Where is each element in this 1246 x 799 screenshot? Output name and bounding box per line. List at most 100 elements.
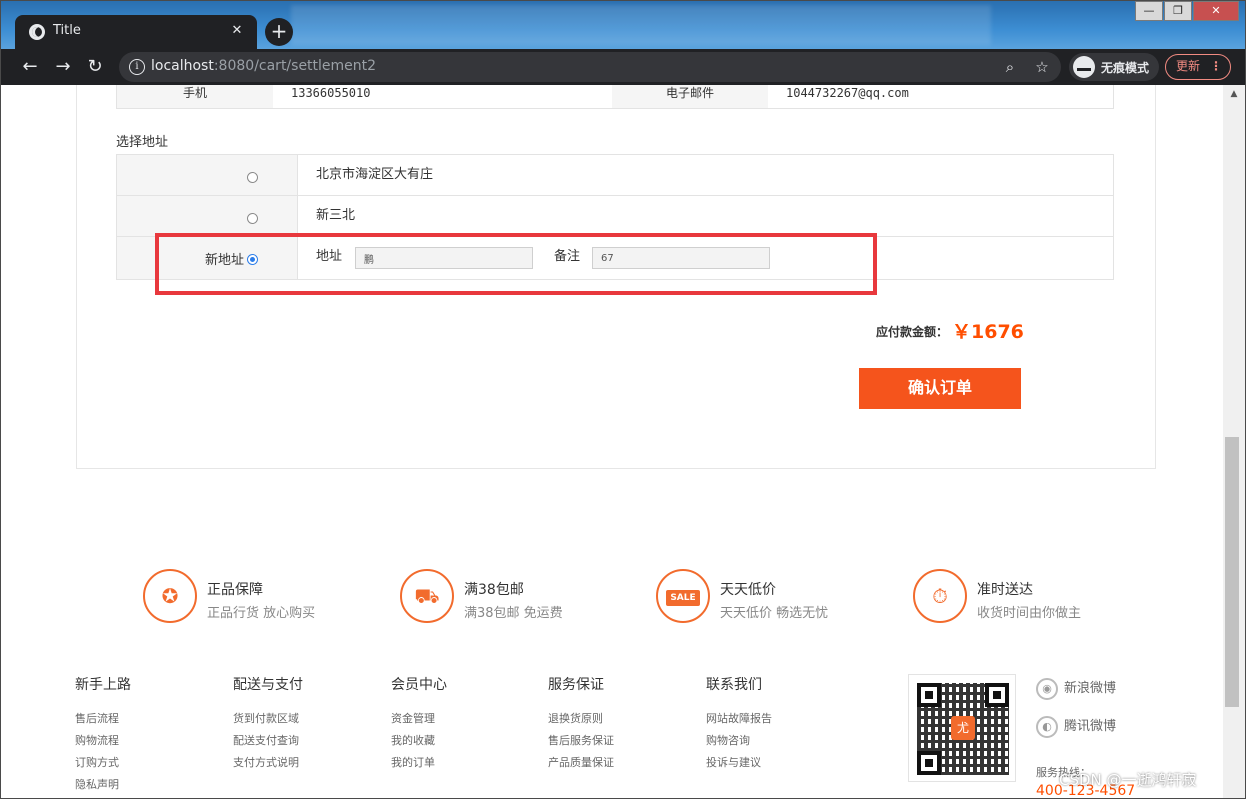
sale-tag-icon: SALE: [656, 569, 710, 623]
confirm-order-button[interactable]: 确认订单: [859, 368, 1021, 409]
service-subtitle: 满38包邮 免运费: [464, 606, 563, 621]
window-controls: — ❐ ✕: [1134, 1, 1239, 21]
total-amount-line: 应付款金额： ￥1676: [876, 317, 1024, 344]
tab-title: Title: [53, 23, 81, 38]
menu-dots-icon[interactable]: ⋮: [1210, 55, 1222, 78]
footer-link[interactable]: 售后流程: [75, 708, 131, 730]
footer-link[interactable]: 货到付款区域: [233, 708, 303, 730]
service-title: 天天低价: [720, 582, 776, 598]
address-radio[interactable]: [247, 172, 258, 183]
address-option-text: 北京市海淀区大有庄: [316, 167, 434, 182]
footer-column: 服务保证 退换货原则 售后服务保证 产品质量保证: [548, 674, 614, 774]
footer-column-title: 配送与支付: [233, 677, 303, 693]
browser-toolbar: ← → ↻ i localhost:8080/cart/settlement2 …: [1, 49, 1245, 85]
qr-finder: [917, 751, 941, 775]
service-title: 准时送达: [977, 582, 1033, 598]
update-button[interactable]: 更新 ⋮: [1165, 54, 1231, 80]
csdn-watermark: CSDN @一逝鸿轩寂: [1059, 771, 1197, 789]
page-content: 手机 13366055010 电子邮件 1044732267@qq.com 选择…: [1, 85, 1223, 798]
footer-link[interactable]: 退换货原则: [548, 708, 614, 730]
qr-code: 尤: [908, 674, 1016, 782]
incognito-icon: [1073, 56, 1095, 78]
weibo-label: 新浪微博: [1064, 681, 1117, 696]
service-subtitle: 正品行货 放心购买: [207, 606, 316, 621]
qr-center-logo: 尤: [951, 716, 975, 740]
qr-finder: [917, 683, 941, 707]
vertical-scrollbar[interactable]: ▲: [1223, 85, 1245, 798]
incognito-label: 无痕模式: [1101, 61, 1150, 75]
footer-link[interactable]: 投诉与建议: [706, 752, 772, 774]
address-bar[interactable]: i localhost:8080/cart/settlement2 ⌕ ☆: [119, 52, 1061, 82]
footer-link[interactable]: 产品质量保证: [548, 752, 614, 774]
footer-link[interactable]: 我的收藏: [391, 730, 447, 752]
truck-icon: ⛟: [400, 569, 454, 623]
weibo-icon: ◉: [1036, 677, 1058, 700]
qr-finder: [985, 683, 1009, 707]
active-tab[interactable]: Title ✕: [15, 15, 257, 49]
url-text[interactable]: localhost:8080/cart/settlement2: [151, 58, 376, 74]
reload-icon[interactable]: ↻: [82, 54, 108, 80]
phone-value: 13366055010: [291, 86, 371, 100]
back-arrow-icon[interactable]: ←: [17, 54, 43, 80]
url-host: localhost: [151, 58, 214, 74]
footer-link[interactable]: 我的订单: [391, 752, 447, 774]
footer-link[interactable]: 售后服务保证: [548, 730, 614, 752]
footer-column: 联系我们 网站故障报告 购物咨询 投诉与建议: [706, 674, 772, 774]
scroll-thumb[interactable]: [1225, 437, 1239, 707]
footer-link[interactable]: 购物流程: [75, 730, 131, 752]
service-subtitle: 收货时间由你做主: [977, 606, 1082, 621]
tencent-weibo-link[interactable]: ◐ 腾讯微博: [1036, 715, 1116, 738]
tencent-weibo-label: 腾讯微博: [1064, 719, 1117, 734]
footer-link[interactable]: 订购方式: [75, 752, 131, 774]
globe-icon: [29, 24, 45, 40]
footer-link[interactable]: 隐私声明: [75, 774, 131, 796]
blurred-bookmarks: [291, 5, 991, 45]
footer-link[interactable]: 购物咨询: [706, 730, 772, 752]
footer-link[interactable]: 资金管理: [391, 708, 447, 730]
service-title: 正品保障: [207, 582, 263, 598]
footer-link[interactable]: 配送支付查询: [233, 730, 303, 752]
weibo-link[interactable]: ◉ 新浪微博: [1036, 677, 1116, 700]
browser-window: Title ✕ + — ❐ ✕ ← → ↻ i localhost:8080/c…: [0, 0, 1246, 799]
info-icon[interactable]: i: [129, 59, 145, 75]
zoom-search-icon[interactable]: ⌕: [999, 56, 1021, 78]
stopwatch-icon: ⏱: [913, 569, 967, 623]
service-title: 满38包邮: [464, 582, 524, 598]
footer-link[interactable]: 网站故障报告: [706, 708, 772, 730]
email-label: 电子邮件: [612, 85, 768, 108]
phone-label: 手机: [117, 85, 273, 108]
footer-column-title: 会员中心: [391, 677, 447, 693]
bookmark-star-icon[interactable]: ☆: [1031, 56, 1053, 78]
service-subtitle: 天天低价 畅选无忧: [720, 606, 829, 621]
total-amount: ￥1676: [952, 321, 1024, 343]
footer-column-title: 新手上路: [75, 677, 131, 693]
footer-column-title: 服务保证: [548, 677, 604, 693]
new-tab-button[interactable]: +: [265, 18, 293, 46]
annotation-highlight-box: [155, 233, 877, 295]
scroll-up-arrow-icon[interactable]: ▲: [1223, 85, 1245, 103]
incognito-badge[interactable]: 无痕模式: [1069, 53, 1159, 81]
address-option-row: 北京市海淀区大有庄: [117, 155, 1113, 196]
total-label: 应付款金额：: [876, 325, 949, 339]
update-label: 更新: [1176, 59, 1201, 73]
contact-info-row: 手机 13366055010 电子邮件 1044732267@qq.com: [116, 85, 1114, 109]
close-window-button[interactable]: ✕: [1193, 1, 1239, 21]
address-radio[interactable]: [247, 213, 258, 224]
ribbon-icon: ✪: [143, 569, 197, 623]
sale-badge: SALE: [666, 589, 700, 606]
address-option-row: 新三北: [117, 196, 1113, 237]
footer-column: 会员中心 资金管理 我的收藏 我的订单: [391, 674, 447, 774]
minimize-button[interactable]: —: [1135, 1, 1163, 21]
tencent-weibo-icon: ◐: [1036, 715, 1058, 738]
footer-column-title: 联系我们: [706, 677, 762, 693]
footer-column: 新手上路 售后流程 购物流程 订购方式 隐私声明: [75, 674, 131, 796]
maximize-button[interactable]: ❐: [1164, 1, 1192, 21]
title-bar: Title ✕ + — ❐ ✕: [1, 1, 1245, 49]
forward-arrow-icon[interactable]: →: [50, 54, 76, 80]
url-path: :8080/cart/settlement2: [213, 58, 377, 74]
tab-close-icon[interactable]: ✕: [227, 21, 247, 41]
address-section-title: 选择地址: [116, 135, 169, 150]
footer-column: 配送与支付 货到付款区域 配送支付查询 支付方式说明: [233, 674, 303, 774]
address-option-text: 新三北: [316, 208, 356, 223]
footer-link[interactable]: 支付方式说明: [233, 752, 303, 774]
